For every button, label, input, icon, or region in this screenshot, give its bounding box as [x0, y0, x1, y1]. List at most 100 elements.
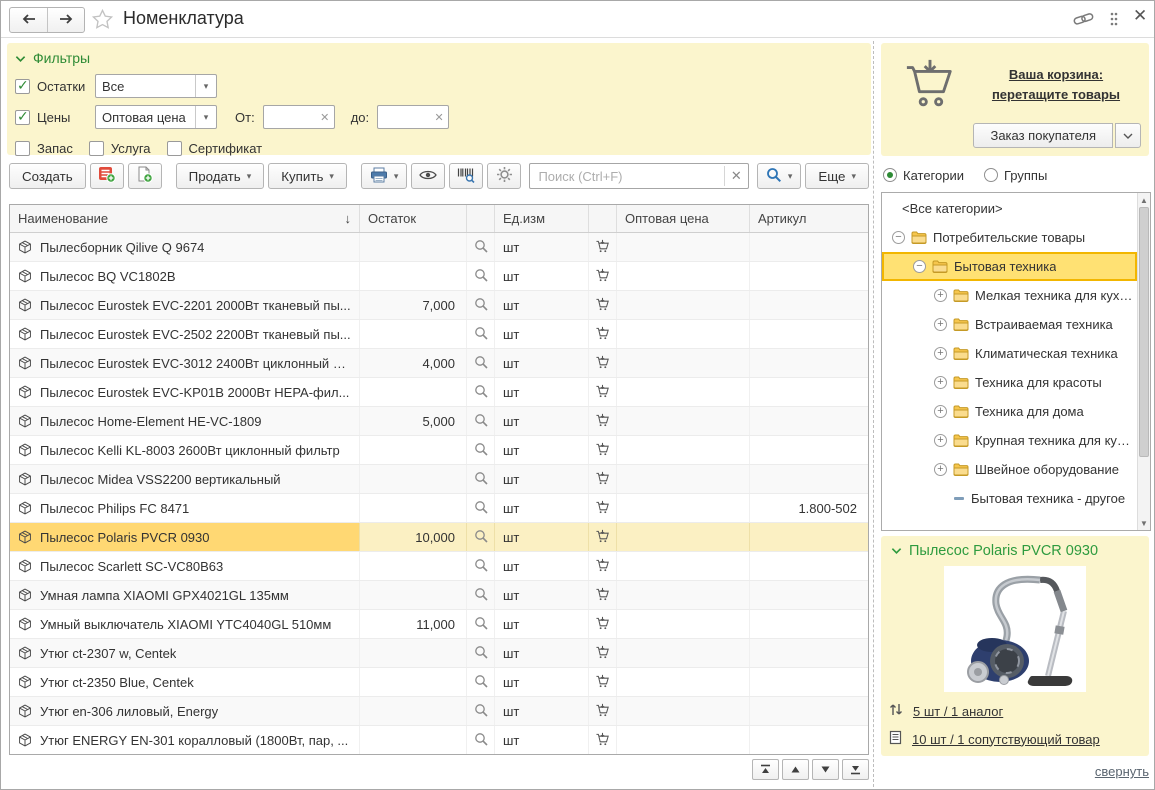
table-row[interactable]: Пылесос Home-Element HE-VC-1809 5,000 шт [10, 407, 868, 436]
quick-view-button[interactable] [467, 233, 495, 261]
clear-x-icon[interactable]: ✕ [316, 111, 334, 124]
quick-view-button[interactable] [467, 668, 495, 696]
create-copy-button[interactable] [128, 163, 162, 189]
expand-expander-icon[interactable]: + [934, 347, 947, 360]
expand-expander-icon[interactable]: + [934, 318, 947, 331]
column-header-cart[interactable] [589, 205, 617, 232]
quick-view-button[interactable] [467, 610, 495, 638]
add-to-cart-button[interactable] [589, 262, 617, 290]
quick-view-button[interactable] [467, 639, 495, 667]
expand-expander-icon[interactable]: + [934, 376, 947, 389]
create-group-button[interactable] [90, 163, 124, 189]
column-header-article[interactable]: Артикул [750, 205, 868, 232]
quick-view-button[interactable] [467, 291, 495, 319]
filters-collapse-header[interactable]: Фильтры [15, 48, 863, 68]
product-title-header[interactable]: Пылесос Polaris PVCR 0930 [881, 536, 1149, 559]
table-row[interactable]: Пылесборник Qilive Q 9674 шт [10, 233, 868, 262]
price-from-input[interactable] [264, 110, 316, 125]
analogs-link[interactable]: 5 шт / 1 аналог [889, 702, 1003, 720]
scroll-up-icon[interactable]: ▲ [1138, 194, 1150, 206]
collapse-expander-icon[interactable]: − [892, 231, 905, 244]
add-to-cart-button[interactable] [589, 494, 617, 522]
stock-filter-select[interactable]: Все ▾ [95, 74, 217, 98]
search-input[interactable] [530, 169, 723, 184]
cart-link[interactable]: Ваша корзина: перетащите товары [973, 65, 1139, 104]
add-to-cart-button[interactable] [589, 668, 617, 696]
expand-expander-icon[interactable]: + [934, 289, 947, 302]
get-link-icon[interactable] [1073, 12, 1094, 29]
buy-button[interactable]: Купить▾ [268, 163, 347, 189]
barcode-scan-button[interactable] [449, 163, 483, 189]
quick-view-button[interactable] [467, 494, 495, 522]
table-row[interactable]: Пылесос Scarlett SC-VC80B63 шт [10, 552, 868, 581]
table-row[interactable]: Пылесос Eurostek EVC-KP01B 2000Вт HEPA-ф… [10, 378, 868, 407]
quick-view-button[interactable] [467, 320, 495, 348]
usluga-checkbox[interactable] [89, 141, 104, 156]
go-next-button[interactable] [812, 759, 839, 780]
tree-item[interactable]: Бытовая техника - другое [882, 484, 1137, 513]
create-button[interactable]: Создать [9, 163, 86, 189]
column-header-quickview[interactable] [467, 205, 495, 232]
quick-view-button[interactable] [467, 407, 495, 435]
scroll-down-icon[interactable]: ▼ [1138, 517, 1150, 529]
table-row[interactable]: Пылесос Eurostek EVC-3012 2400Вт циклонн… [10, 349, 868, 378]
table-row[interactable]: Умная лампа XIAOMI GPX4021GL 135мм шт [10, 581, 868, 610]
add-to-cart-button[interactable] [589, 349, 617, 377]
tree-item[interactable]: +Крупная техника для кух... [882, 426, 1137, 455]
go-last-button[interactable] [842, 759, 869, 780]
clear-x-icon[interactable]: ✕ [430, 111, 448, 124]
quick-view-button[interactable] [467, 726, 495, 754]
tree-item[interactable]: +Техника для красоты [882, 368, 1137, 397]
table-row[interactable]: Пылесос Eurostek EVC-2502 2200Вт тканевы… [10, 320, 868, 349]
table-row[interactable]: Пылесос Midea VSS2200 вертикальный шт [10, 465, 868, 494]
quick-view-button[interactable] [467, 523, 495, 551]
customer-order-dropdown[interactable] [1115, 123, 1141, 148]
tree-item[interactable]: +Климатическая техника [882, 339, 1137, 368]
preview-button[interactable] [411, 163, 445, 189]
quick-view-button[interactable] [467, 552, 495, 580]
tree-item[interactable]: <Все категории> [882, 194, 1137, 223]
column-header-unit[interactable]: Ед.изм [495, 205, 589, 232]
tree-item[interactable]: +Техника для дома [882, 397, 1137, 426]
expand-expander-icon[interactable]: + [934, 434, 947, 447]
go-first-button[interactable] [752, 759, 779, 780]
add-to-cart-button[interactable] [589, 465, 617, 493]
tree-item[interactable]: +Встраиваемая техника [882, 310, 1137, 339]
add-to-cart-button[interactable] [589, 436, 617, 464]
settings-button[interactable] [487, 163, 521, 189]
add-to-cart-button[interactable] [589, 233, 617, 261]
table-row[interactable]: Утюг en-306 лиловый, Energy шт [10, 697, 868, 726]
cart-dropzone[interactable]: Ваша корзина: перетащите товары Заказ по… [881, 43, 1149, 156]
quick-view-button[interactable] [467, 436, 495, 464]
add-to-cart-button[interactable] [589, 726, 617, 754]
quick-view-button[interactable] [467, 581, 495, 609]
categories-radio[interactable]: Категории [883, 168, 964, 183]
more-button[interactable]: Еще▾ [805, 163, 869, 189]
related-items-link[interactable]: 10 шт / 1 сопутствующий товар [889, 730, 1100, 748]
add-to-cart-button[interactable] [589, 552, 617, 580]
table-row[interactable]: Пылесос Philips FC 8471 шт 1.800-502 [10, 494, 868, 523]
zapas-checkbox[interactable] [15, 141, 30, 156]
add-to-cart-button[interactable] [589, 697, 617, 725]
expand-expander-icon[interactable]: + [934, 405, 947, 418]
tree-scrollbar[interactable]: ▲ ▼ [1137, 193, 1150, 530]
add-to-cart-button[interactable] [589, 320, 617, 348]
collapse-panel-link[interactable]: свернуть [1095, 764, 1149, 779]
quick-view-button[interactable] [467, 378, 495, 406]
table-row[interactable]: Утюг ct-2307 w, Centek шт [10, 639, 868, 668]
add-to-cart-button[interactable] [589, 610, 617, 638]
price-filter-checkbox[interactable] [15, 110, 30, 125]
expand-expander-icon[interactable]: + [934, 463, 947, 476]
column-header-name[interactable]: Наименование↓ [10, 205, 360, 232]
column-header-stock[interactable]: Остаток [360, 205, 467, 232]
table-row[interactable]: Утюг ct-2350 Blue, Centek шт [10, 668, 868, 697]
table-row[interactable]: Умный выключатель XIAOMI YTC4040GL 510мм… [10, 610, 868, 639]
table-row[interactable]: Пылесос Polaris PVCR 0930 10,000 шт [10, 523, 868, 552]
tree-item[interactable]: +Мелкая техника для кухни [882, 281, 1137, 310]
favorite-star-icon[interactable] [91, 8, 114, 34]
forward-button[interactable] [47, 8, 84, 32]
more-menu-icon[interactable] [1109, 11, 1119, 30]
sertifikat-checkbox[interactable] [167, 141, 182, 156]
table-row[interactable]: Утюг ENERGY EN-301 коралловый (1800Вт, п… [10, 726, 868, 755]
groups-radio[interactable]: Группы [984, 168, 1047, 183]
